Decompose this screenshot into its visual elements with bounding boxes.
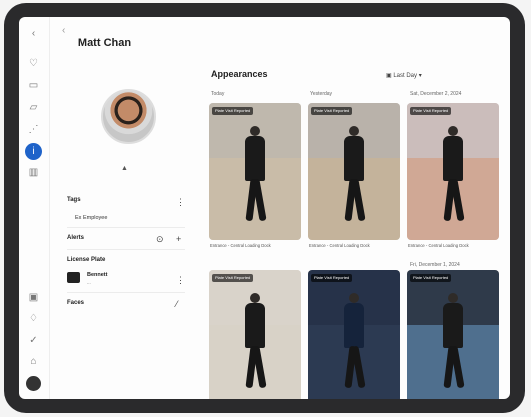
check-icon[interactable]: ✓ <box>27 334 40 347</box>
back-icon[interactable]: ‹ <box>62 25 65 36</box>
time-filter-label: Last Day <box>393 73 418 79</box>
divider <box>67 227 185 228</box>
edit-icon[interactable]: ⁄ <box>176 299 178 309</box>
hierarchy-icon[interactable]: ⋰ <box>27 123 40 136</box>
appearance-card-3[interactable]: Plate Visit Reported <box>407 103 499 240</box>
license-plate-item[interactable]: Bennett ... <box>67 272 177 288</box>
profile-name: Matt Chan <box>77 37 132 49</box>
date-label-sat: Sat, December 2, 2024 <box>410 91 462 97</box>
home-icon[interactable]: ⌂ <box>27 355 40 368</box>
appearance-badge-3: Plate Visit Reported <box>410 107 452 115</box>
more-icon[interactable]: ⋮ <box>176 197 185 208</box>
appearance-card-4[interactable]: Plate Visit Reported <box>209 270 301 399</box>
appearance-card-2[interactable]: Plate Visit Reported <box>308 103 400 240</box>
profile-photo <box>101 89 156 144</box>
time-filter-dropdown[interactable]: ▣ Last Day ▾ <box>386 72 422 79</box>
chevron-up-icon[interactable]: ▲ <box>121 165 128 172</box>
folder-icon[interactable]: ▱ <box>27 101 40 114</box>
appearance-badge-6: Plate Visit Reported <box>410 274 452 282</box>
tablet-frame: ‹ ♡ ▭ ▱ ⋰ i ▥ ▣ ♢ ✓ ⌂ ‹ Matt Chan ▲ Tags… <box>4 3 525 413</box>
license-plate-detail: ... <box>87 280 91 285</box>
appearance-caption-1: Entrance - Central Loading Dock <box>210 243 271 248</box>
heart-icon[interactable]: ♡ <box>27 57 40 70</box>
appearance-caption-2: Entrance - Central Loading Dock <box>309 243 370 248</box>
date-label-fri: Fri, December 1, 2024 <box>410 262 460 268</box>
license-plate-name: Bennett <box>87 272 108 278</box>
document-icon[interactable]: ▭ <box>27 79 40 92</box>
divider <box>67 249 185 250</box>
avatar[interactable] <box>26 376 41 391</box>
car-thumbnail <box>67 272 80 283</box>
appearance-caption-3: Entrance - Central Loading Dock <box>408 243 469 248</box>
faces-label: Faces <box>67 300 85 306</box>
tags-label: Tags <box>67 197 81 203</box>
camera-icon[interactable]: ▣ <box>27 291 40 304</box>
more-icon[interactable]: ⋮ <box>176 275 185 286</box>
divider <box>67 292 185 293</box>
add-icon[interactable]: + <box>176 234 181 244</box>
layers-icon[interactable]: ▥ <box>27 166 40 179</box>
tag-chip: Ex Employee <box>75 215 108 221</box>
chevron-down-icon: ▾ <box>417 73 422 79</box>
chevron-left-icon[interactable]: ‹ <box>27 27 40 40</box>
appearance-card-5[interactable]: Plate Visit Reported <box>308 270 400 399</box>
date-label-yesterday: Yesterday <box>310 91 333 97</box>
appearance-card-1[interactable]: Plate Visit Reported <box>209 103 301 240</box>
license-plate-label: License Plate <box>67 257 106 263</box>
appearance-badge-1: Plate Visit Reported <box>212 107 254 115</box>
alerts-label: Alerts <box>67 235 85 241</box>
appearances-title: Appearances <box>211 69 268 79</box>
app-screen: ‹ ♡ ▭ ▱ ⋰ i ▥ ▣ ♢ ✓ ⌂ ‹ Matt Chan ▲ Tags… <box>19 17 510 399</box>
bell-icon[interactable]: ♢ <box>27 312 40 325</box>
person-icon[interactable]: i <box>25 143 42 160</box>
appearance-card-6[interactable]: Plate Visit Reported <box>407 270 499 399</box>
date-label-today: Today <box>211 91 225 97</box>
appearance-badge-2: Plate Visit Reported <box>311 107 353 115</box>
alert-settings-icon[interactable]: ⊙ <box>156 234 164 245</box>
appearance-badge-4: Plate Visit Reported <box>212 274 254 282</box>
nav-rail: ‹ ♡ ▭ ▱ ⋰ i ▥ ▣ ♢ ✓ ⌂ <box>19 17 50 399</box>
appearance-badge-5: Plate Visit Reported <box>311 274 353 282</box>
